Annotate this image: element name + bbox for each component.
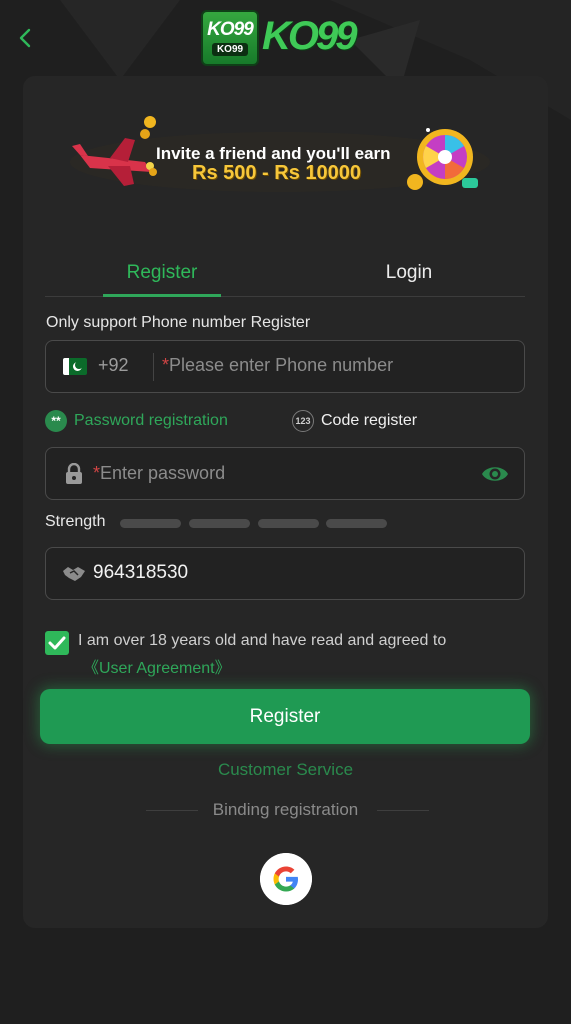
agreement-checkbox[interactable] [45,631,69,655]
password-mode-icon: ** [45,410,67,432]
password-registration-label: Password registration [74,412,228,429]
eye-icon[interactable] [480,462,510,486]
coin-icon [140,129,150,139]
agreement-text: I am over 18 years old and have read and… [78,632,447,649]
strength-bar [326,519,387,528]
strength-bar [120,519,181,528]
customer-service-link[interactable]: Customer Service [0,760,571,780]
binding-divider-right [377,810,429,811]
strength-bar [258,519,319,528]
code-mode-icon: 123 [292,410,314,432]
form-hint: Only support Phone number Register [46,314,311,331]
auth-tabs: Register Login [45,248,525,297]
coin-icon [144,116,156,128]
invite-code-field[interactable]: 964318530 [45,547,525,600]
password-field[interactable]: *Enter password [45,447,525,500]
invite-code-value[interactable]: 964318530 [93,562,188,584]
code-register-option[interactable]: 123 Code register [292,408,417,434]
logo-badge-sub: KO99 [211,43,249,56]
lock-icon [66,463,82,484]
strength-bar [189,519,250,528]
app-logo-wordmark: KO99 [262,14,357,58]
required-mark: * [93,463,101,483]
app-logo-badge: KO99 KO99 [201,10,259,66]
pakistan-flag-icon[interactable] [63,358,87,375]
tab-register[interactable]: Register [103,248,221,297]
handshake-icon [63,567,85,581]
phone-placeholder[interactable]: *Please enter Phone number [162,355,393,376]
app-header: KO99 KO99 KO99 [0,0,571,72]
active-tab-indicator [103,294,221,297]
register-button[interactable]: Register [40,689,530,744]
logo-badge-text: KO99 [207,19,254,40]
prize-wheel-icon [407,128,478,190]
phone-placeholder-text: Please enter Phone number [169,355,394,375]
phone-field[interactable]: +92 *Please enter Phone number [45,340,525,393]
back-arrow-icon[interactable] [12,24,40,52]
password-placeholder[interactable]: *Enter password [93,463,225,484]
tab-login[interactable]: Login [350,248,468,297]
dial-code[interactable]: +92 [98,355,129,376]
banner-title: Invite a friend and you'll earn [156,144,391,163]
password-registration-option[interactable]: ** Password registration [45,408,228,434]
required-mark: * [162,355,170,375]
binding-registration-label: Binding registration [212,800,359,819]
field-divider [153,353,154,381]
google-login-icon[interactable] [260,853,312,905]
banner-amount: Rs 500 - Rs 10000 [192,162,362,184]
coin-icon [149,168,157,176]
user-agreement-link[interactable]: 《User Agreement》 [83,654,231,678]
code-register-label: Code register [321,412,418,429]
password-placeholder-text: Enter password [100,463,226,483]
strength-label: Strength [45,513,106,530]
